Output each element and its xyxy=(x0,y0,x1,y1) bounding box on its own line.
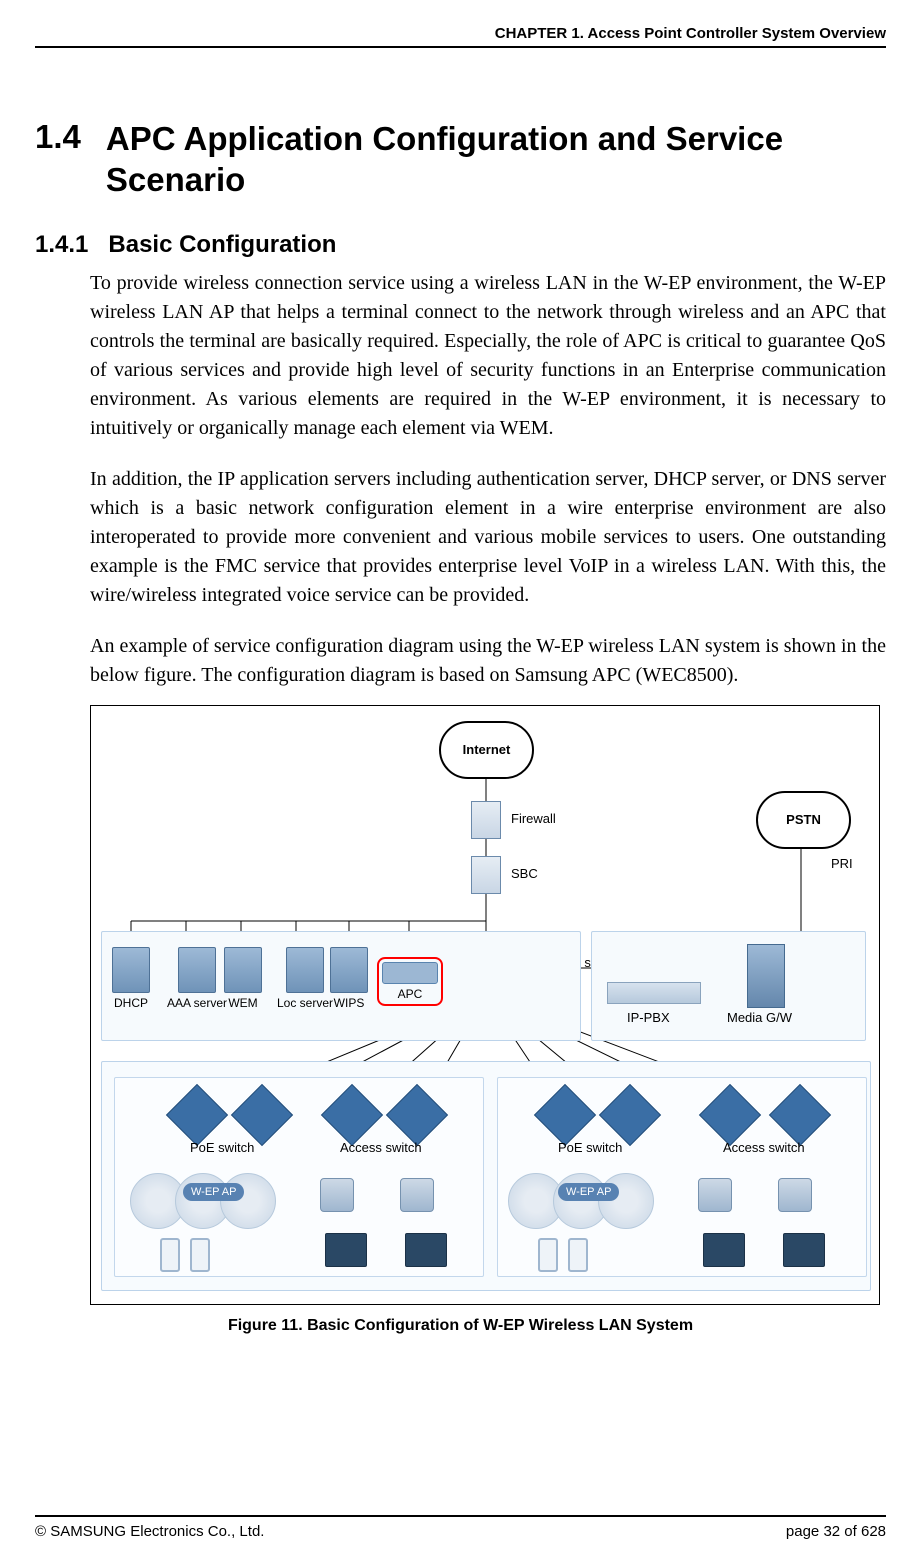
smartphone-icon xyxy=(190,1238,210,1272)
poe-switch-icon xyxy=(166,1083,228,1145)
wips-label: WIPS xyxy=(334,996,365,1010)
poe-switch-icon xyxy=(231,1083,293,1145)
wep-ap-badge: W-EP AP xyxy=(558,1183,619,1201)
pc-icon xyxy=(703,1233,745,1267)
internet-cloud-icon: Internet xyxy=(439,721,534,779)
sbc-label: SBC xyxy=(511,866,538,881)
access-switch-icon xyxy=(769,1083,831,1145)
apc-icon xyxy=(382,962,438,984)
wep-ap-badge: W-EP AP xyxy=(183,1183,244,1201)
smartphone-icon xyxy=(568,1238,588,1272)
firewall-label: Firewall xyxy=(511,811,556,826)
ip-phone-icon xyxy=(400,1178,434,1212)
wep-ap-coverage xyxy=(130,1173,280,1233)
ip-phone-icon xyxy=(778,1178,812,1212)
body-text: To provide wireless connection service u… xyxy=(90,269,886,690)
sbc-icon xyxy=(471,856,501,894)
smartphone-icon xyxy=(160,1238,180,1272)
paragraph-2: In addition, the IP application servers … xyxy=(90,465,886,610)
pstn-cloud-icon: PSTN xyxy=(756,791,851,849)
smartphone-icon xyxy=(538,1238,558,1272)
paragraph-1: To provide wireless connection service u… xyxy=(90,269,886,443)
page-footer: © SAMSUNG Electronics Co., Ltd. page 32 … xyxy=(35,1515,886,1540)
wem-label: WEM xyxy=(228,996,257,1010)
wep-ap-coverage xyxy=(508,1173,658,1233)
access-layer-group: PoE switch Access switch W-EP AP PoE swi… xyxy=(101,1061,871,1291)
firewall-icon xyxy=(471,801,501,839)
page-number: page 32 of 628 xyxy=(786,1523,886,1540)
internet-label: Internet xyxy=(463,742,511,757)
pc-icon xyxy=(783,1233,825,1267)
aaa-label: AAA server xyxy=(167,996,227,1010)
section-heading: 1.4 APC Application Configuration and Se… xyxy=(35,118,886,201)
dhcp-server: DHCP xyxy=(112,947,150,1010)
figure-caption: Figure 11. Basic Configuration of W-EP W… xyxy=(35,1317,886,1335)
copyright-text: © SAMSUNG Electronics Co., Ltd. xyxy=(35,1523,264,1540)
pc-icon xyxy=(325,1233,367,1267)
server-icon xyxy=(224,947,262,993)
pri-label: PRI xyxy=(831,856,853,871)
access-switch-icon xyxy=(386,1083,448,1145)
ip-pbx-icon xyxy=(607,982,701,1004)
apc-label: APC xyxy=(398,987,423,1001)
access-switch-label: Access switch xyxy=(340,1140,422,1155)
ip-phone-icon xyxy=(698,1178,732,1212)
figure-11-diagram: Internet PSTN PRI Firewall SBC Backbone … xyxy=(90,705,880,1305)
server-group: DHCP AAA server WEM Loc server WIPS APC xyxy=(101,931,581,1041)
poe-switch-icon xyxy=(599,1083,661,1145)
server-icon xyxy=(178,947,216,993)
voice-group: IP-PBX Media G/W xyxy=(591,931,866,1041)
pc-icon xyxy=(405,1233,447,1267)
server-icon xyxy=(112,947,150,993)
section-title: APC Application Configuration and Servic… xyxy=(106,118,886,201)
dhcp-label: DHCP xyxy=(114,996,148,1010)
loc-label: Loc server xyxy=(277,996,333,1010)
wem-server: WEM xyxy=(224,947,262,1010)
wips-server: WIPS xyxy=(330,947,368,1010)
access-switch-icon xyxy=(699,1083,761,1145)
access-switch-label: Access switch xyxy=(723,1140,805,1155)
loc-server: Loc server xyxy=(277,947,333,1010)
apc-highlight-outline: APC xyxy=(377,957,443,1006)
chapter-title: CHAPTER 1. Access Point Controller Syste… xyxy=(495,25,886,42)
media-gateway-icon xyxy=(747,944,785,1008)
site-2-group: PoE switch Access switch W-EP AP xyxy=(497,1077,867,1277)
subsection-heading: 1.4.1 Basic Configuration xyxy=(35,231,886,259)
poe-switch-icon xyxy=(534,1083,596,1145)
page-header: CHAPTER 1. Access Point Controller Syste… xyxy=(35,25,886,48)
ip-pbx-label: IP-PBX xyxy=(627,1010,670,1025)
pstn-label: PSTN xyxy=(786,812,821,827)
media-gateway-label: Media G/W xyxy=(727,1010,792,1025)
server-icon xyxy=(286,947,324,993)
section-number: 1.4 xyxy=(35,118,81,156)
access-switch-icon xyxy=(321,1083,383,1145)
site-1-group: PoE switch Access switch W-EP AP xyxy=(114,1077,484,1277)
ip-phone-icon xyxy=(320,1178,354,1212)
poe-switch-label: PoE switch xyxy=(190,1140,254,1155)
subsection-title: Basic Configuration xyxy=(108,231,336,259)
paragraph-3: An example of service configuration diag… xyxy=(90,632,886,690)
apc-device: APC xyxy=(377,957,443,1006)
aaa-server: AAA server xyxy=(167,947,227,1010)
subsection-number: 1.4.1 xyxy=(35,231,88,259)
poe-switch-label: PoE switch xyxy=(558,1140,622,1155)
server-icon xyxy=(330,947,368,993)
